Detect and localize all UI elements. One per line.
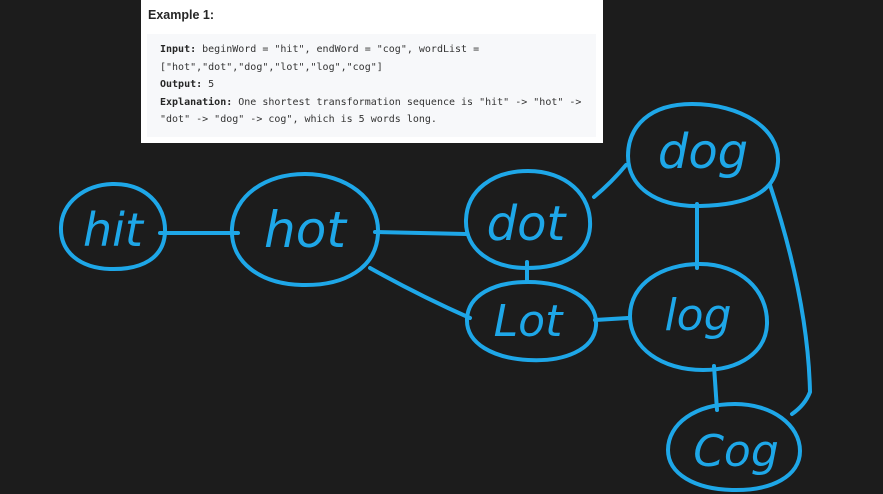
node-log-label: log: [664, 290, 731, 341]
node-hot-label: hot: [264, 201, 348, 259]
edge-hot-lot: [368, 266, 472, 320]
node-hit-label: hit: [83, 203, 145, 257]
node-dot-label: dot: [487, 196, 568, 252]
word-ladder-graph: hit hot dot Lot dog log Cog: [58, 102, 812, 493]
edge-lot-log: [593, 316, 630, 322]
screen: Example 1: Input: beginWord = "hit", end…: [0, 0, 883, 494]
node-lot-label: Lot: [494, 296, 564, 347]
node-cog-label: Cog: [693, 426, 779, 477]
edge-dot-dog: [592, 163, 628, 199]
edge-dog-cog: [768, 183, 812, 416]
node-dog-label: dog: [658, 124, 748, 180]
edge-log-cog: [712, 364, 719, 412]
edge-hot-dot: [373, 230, 468, 236]
